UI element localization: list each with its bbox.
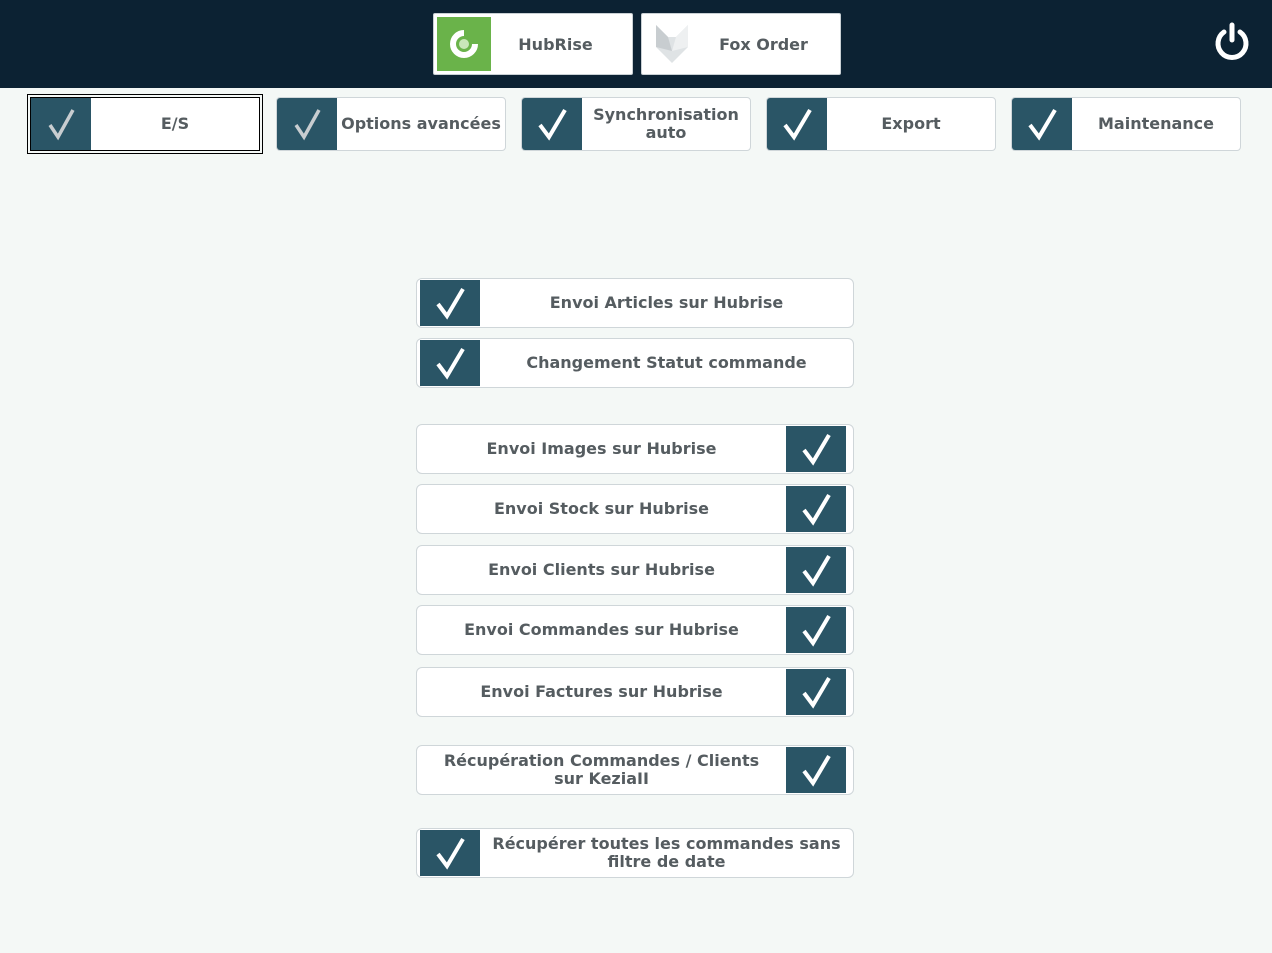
- checkmark-icon: [294, 109, 321, 141]
- tab-maintenance-label: Maintenance: [1097, 114, 1214, 133]
- fox-order-app-button[interactable]: Fox Order: [641, 13, 841, 75]
- top-bar: HubRise Fox Order: [0, 0, 1272, 88]
- fox-logo-icon: [645, 17, 699, 71]
- tab-maintenance-check: [1012, 98, 1072, 150]
- option-checkbox[interactable]: [786, 486, 846, 532]
- tab-export-label: Export: [881, 114, 941, 133]
- checkmark-icon: [1028, 108, 1057, 141]
- tab-options-avancees-check: [277, 98, 337, 150]
- checkmark-icon: [802, 754, 831, 787]
- option-checkbox[interactable]: [786, 669, 846, 715]
- tab-es-label: E/S: [160, 114, 190, 133]
- option-checkbox[interactable]: [786, 607, 846, 653]
- option-envoi-commandes[interactable]: Envoi Commandes sur Hubrise: [416, 605, 854, 655]
- option-label: Récupérer toutes les commandes sans filt…: [492, 834, 841, 871]
- checkmark-icon: [802, 676, 831, 709]
- checkmark-icon: [538, 108, 567, 141]
- option-label: Envoi Images sur Hubrise: [486, 439, 717, 458]
- checkmark-icon: [802, 614, 831, 647]
- option-label: Envoi Stock sur Hubrise: [493, 499, 709, 518]
- tab-synchronisation-auto-check: [522, 98, 582, 150]
- option-envoi-images[interactable]: Envoi Images sur Hubrise: [416, 424, 854, 474]
- option-label: Changement Statut commande: [526, 353, 807, 372]
- hubrise-app-label: HubRise: [518, 34, 593, 54]
- option-checkbox[interactable]: [786, 747, 846, 793]
- option-label: Envoi Articles sur Hubrise: [549, 293, 784, 312]
- fox-order-app-label: Fox Order: [719, 34, 808, 54]
- option-checkbox[interactable]: [786, 426, 846, 472]
- tab-maintenance[interactable]: Maintenance: [1011, 97, 1241, 151]
- tab-es[interactable]: E/S: [27, 94, 263, 154]
- option-recuperer-toutes-commandes[interactable]: Récupérer toutes les commandes sans filt…: [416, 828, 854, 878]
- tab-synchronisation-auto-label: Synchronisation auto: [593, 105, 739, 142]
- checkmark-icon: [436, 837, 465, 870]
- option-envoi-articles[interactable]: Envoi Articles sur Hubrise: [416, 278, 854, 328]
- option-recuperation-commandes-clients[interactable]: Récupération Commandes / Clients sur Kez…: [416, 745, 854, 795]
- checkmark-icon: [802, 433, 831, 466]
- tab-options-avancees-label: Options avancées: [341, 114, 501, 133]
- checkmark-icon: [48, 109, 75, 141]
- power-icon[interactable]: [1212, 22, 1252, 62]
- checkmark-icon: [802, 554, 831, 587]
- checkmark-icon: [783, 108, 812, 141]
- option-envoi-stock[interactable]: Envoi Stock sur Hubrise: [416, 484, 854, 534]
- checkmark-icon: [436, 287, 465, 320]
- option-label: Envoi Factures sur Hubrise: [480, 682, 723, 701]
- option-label: Envoi Clients sur Hubrise: [488, 560, 715, 579]
- tab-options-avancees[interactable]: Options avancées: [276, 97, 506, 151]
- tab-export-check: [767, 98, 827, 150]
- option-checkbox[interactable]: [786, 547, 846, 593]
- tab-export[interactable]: Export: [766, 97, 996, 151]
- option-checkbox[interactable]: [420, 280, 480, 326]
- checkmark-icon: [436, 347, 465, 380]
- checkmark-icon: [802, 493, 831, 526]
- option-label: Récupération Commandes / Clients sur Kez…: [443, 751, 760, 788]
- hubrise-app-button[interactable]: HubRise: [433, 13, 633, 75]
- option-checkbox[interactable]: [420, 340, 480, 386]
- tab-es-check: [31, 98, 91, 150]
- option-envoi-clients[interactable]: Envoi Clients sur Hubrise: [416, 545, 854, 595]
- option-envoi-factures[interactable]: Envoi Factures sur Hubrise: [416, 667, 854, 717]
- option-changement-statut[interactable]: Changement Statut commande: [416, 338, 854, 388]
- option-checkbox[interactable]: [420, 830, 480, 876]
- option-label: Envoi Commandes sur Hubrise: [464, 620, 739, 639]
- hubrise-logo-icon: [437, 17, 491, 71]
- tab-synchronisation-auto[interactable]: Synchronisation auto: [521, 97, 751, 151]
